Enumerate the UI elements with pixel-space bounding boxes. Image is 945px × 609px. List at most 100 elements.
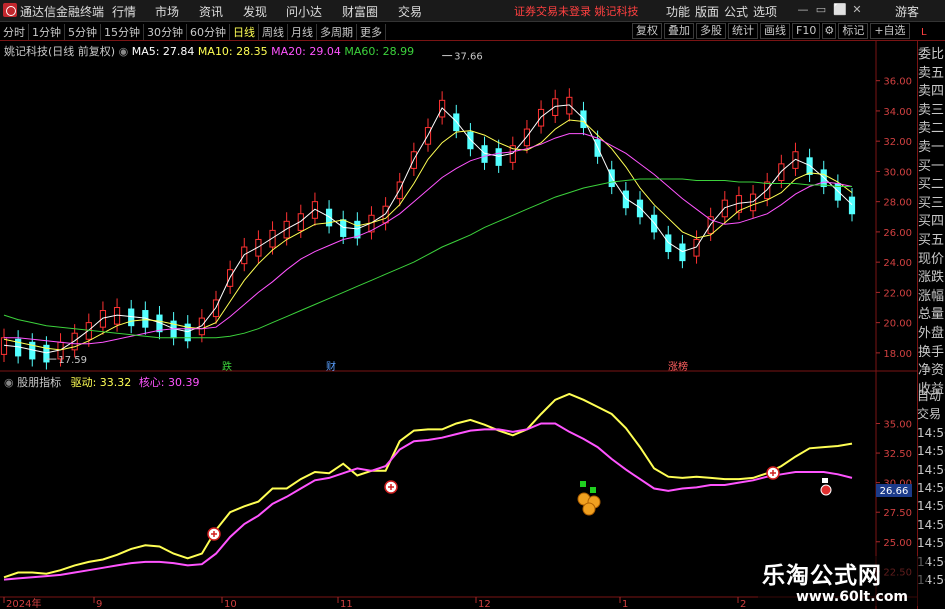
x-tick-label: 2024年 (6, 597, 41, 609)
quote-field-14: 总量 (918, 307, 945, 323)
quote-field-0: 委比 (918, 47, 945, 62)
menu-zixun[interactable]: 资讯 (199, 3, 243, 20)
restore-icon[interactable]: ▭ (815, 3, 827, 16)
tab-60min[interactable]: 60分钟 (187, 24, 230, 40)
tab-30min[interactable]: 30分钟 (144, 24, 187, 40)
menu-wenxiaoda[interactable]: 问小达 (286, 3, 342, 20)
candle-body (495, 148, 502, 166)
high-label: 37.66 (454, 52, 483, 63)
watermark-title: 乐淘公式网 (762, 563, 882, 589)
period-tabs: 分时 1分钟 5分钟 15分钟 30分钟 60分钟 日线 周线 月线 多周期 更… (0, 24, 386, 40)
y-tick-label: 22.00 (883, 288, 912, 299)
trade-field-1[interactable]: 交易 (917, 405, 945, 423)
candle-body (806, 157, 813, 175)
window-controls: — ▭ ⬜ ✕ (797, 3, 863, 16)
trade-field-3: 14:56 (917, 444, 945, 459)
tab-more[interactable]: 更多 (357, 24, 386, 40)
right-menu: 功能 版面 公式 选项 (666, 3, 782, 20)
tab-multi-period[interactable]: 多周期 (317, 24, 357, 40)
menu-jiaoyi[interactable]: 交易 (398, 3, 438, 20)
ind-y-tick-label: 27.50 (883, 508, 912, 519)
top-menu: 行情 市场 资讯 发现 问小达 财富圈 交易 (112, 3, 438, 20)
candle-body (566, 96, 573, 115)
menu-gongneng[interactable]: 功能 (666, 3, 695, 20)
period-toolbar: 分时 1分钟 5分钟 15分钟 30分钟 60分钟 日线 周线 月线 多周期 更… (0, 22, 945, 41)
quote-field-13: 涨幅 (918, 288, 945, 304)
main-chart-info: 姚记科技(日线 前复权) ◉ MA5: 27.84 MA10: 28.35 MA… (4, 43, 414, 59)
menu-xuanxiang[interactable]: 选项 (753, 3, 782, 20)
ma-toggle-icon[interactable]: ◉ (119, 45, 132, 58)
menu-gongshi[interactable]: 公式 (724, 3, 753, 20)
ma5-label: MA5: 27.84 (131, 45, 195, 58)
quote-field-3: 卖三 (918, 102, 945, 118)
tab-monthly[interactable]: 月线 (288, 24, 317, 40)
menu-banmian[interactable]: 版面 (695, 3, 724, 20)
statistics-button[interactable]: 统计 (728, 23, 758, 39)
quote-field-12: 涨跌 (918, 270, 945, 286)
indicator-toggle-icon[interactable]: ◉ (4, 376, 17, 389)
menu-caifuquan[interactable]: 财富圈 (342, 3, 398, 20)
trade-field-2: 14:56 (917, 425, 945, 440)
overlay-button[interactable]: 叠加 (664, 23, 694, 39)
settings-icon[interactable]: ⚙ (822, 23, 837, 39)
current-value: 26.66 (880, 486, 909, 497)
candle-body (128, 308, 135, 327)
y-tick-label: 30.00 (883, 167, 912, 178)
x-tick-label: 10 (224, 599, 237, 609)
tab-daily[interactable]: 日线 (230, 24, 259, 40)
y-tick-label: 36.00 (883, 77, 912, 88)
x-tick-label: 11 (340, 599, 353, 609)
core-line (3, 422, 853, 581)
quote-field-2: 卖四 (918, 84, 945, 100)
kline-chart[interactable]: 18.00 20.00 22.00 24.00 26.00 28.00 30.00 32.00… (0, 41, 917, 609)
candle-body (636, 199, 644, 218)
indicator-name[interactable]: 股朋指标 (17, 376, 61, 389)
toolbar-buttons: 复权 叠加 多股 统计 画线 F10 ⚙ 标记 +自选 (632, 23, 912, 39)
add-favorite-button[interactable]: +自选 (870, 23, 910, 39)
menu-shichang[interactable]: 市场 (155, 3, 199, 20)
ma20-label: MA20: 29.04 (271, 45, 341, 58)
fuquan-button[interactable]: 复权 (632, 23, 662, 39)
quote-field-10: 买五 (918, 232, 945, 248)
y-tick-label: 24.00 (883, 258, 912, 269)
trade-field-0[interactable]: 自动 (917, 387, 945, 405)
sell-signal-mark (822, 478, 828, 483)
login-status[interactable]: 证券交易未登录 姚记科技 (514, 3, 639, 19)
tab-fenshi[interactable]: 分时 (0, 24, 29, 40)
ma60-label: MA60: 28.99 (344, 45, 415, 58)
trade-field-6: 14:56 (917, 499, 945, 514)
f10-button[interactable]: F10 (792, 23, 821, 39)
y-tick-label: 32.00 (883, 137, 912, 148)
tab-15min[interactable]: 15分钟 (101, 24, 144, 40)
event-marker: 涨榜 (668, 360, 688, 373)
candle-body (679, 243, 686, 262)
candle-body (848, 196, 856, 215)
menu-hangqing[interactable]: 行情 (112, 3, 155, 20)
quote-field-11: 现价 (918, 251, 945, 267)
tab-weekly[interactable]: 周线 (259, 24, 288, 40)
guest-label[interactable]: 游客 (895, 3, 919, 20)
close-icon[interactable]: ✕ (851, 3, 863, 16)
quote-field-7: 买二 (918, 177, 945, 193)
trade-field-7: 14:56 (917, 517, 945, 532)
multi-stock-button[interactable]: 多股 (696, 23, 726, 39)
mark-button[interactable]: 标记 (838, 23, 869, 39)
app-name: 通达信金融终端 (20, 5, 105, 19)
tab-1min[interactable]: 1分钟 (29, 24, 65, 40)
y-tick-label: 26.00 (883, 228, 912, 239)
menu-faxian[interactable]: 发现 (243, 3, 286, 20)
y-tick-label: 18.00 (883, 349, 912, 360)
quote-field-9: 买四 (918, 214, 945, 230)
candle-body (0, 337, 8, 355)
core-label: 核心: 30.39 (138, 376, 200, 389)
minimize-icon[interactable]: — (797, 3, 809, 16)
ind-y-tick-label: 32.50 (883, 449, 912, 460)
stock-label: 姚记科技(日线 前复权) (4, 45, 116, 58)
maximize-icon[interactable]: ⬜ (833, 3, 847, 16)
draw-line-button[interactable]: 画线 (760, 23, 790, 39)
candle-body (523, 128, 531, 147)
tab-5min[interactable]: 5分钟 (65, 24, 101, 40)
quote-field-16: 换手 (918, 344, 945, 360)
quote-field-1: 卖五 (918, 65, 945, 81)
green-block-icon (580, 481, 586, 487)
